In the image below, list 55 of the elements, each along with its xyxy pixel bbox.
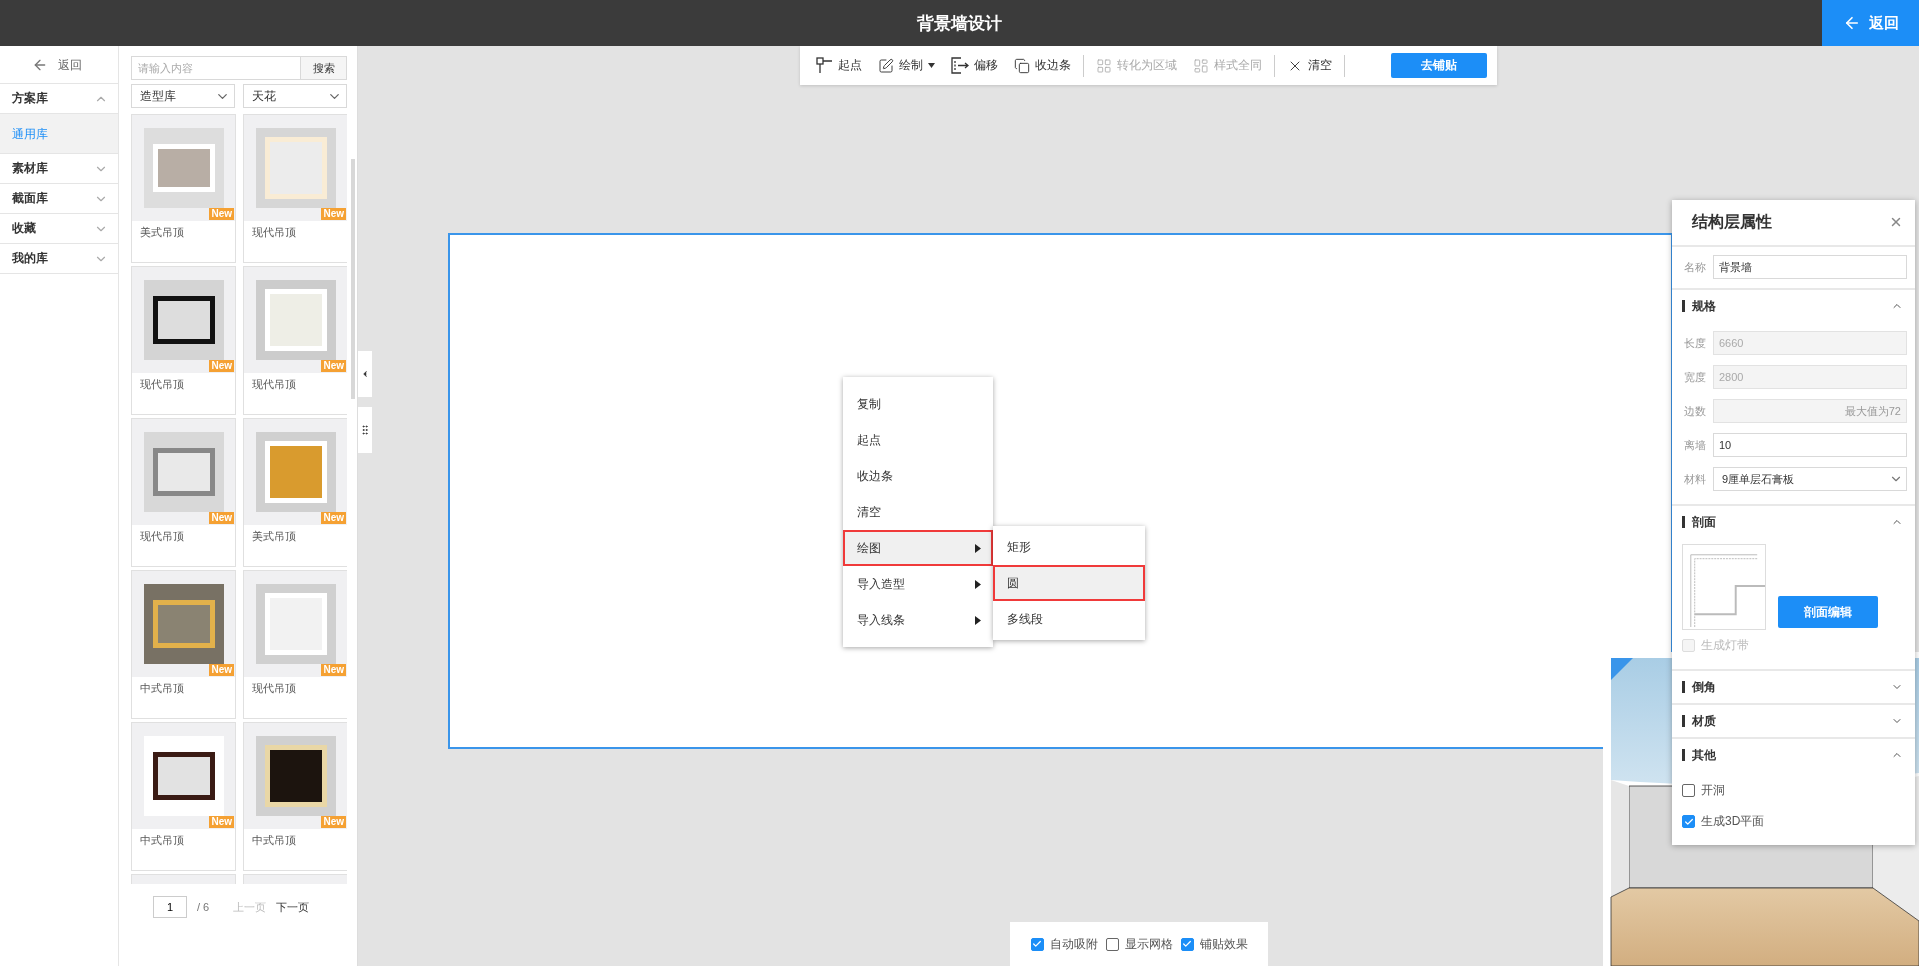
menu-item-label: 导入线条: [857, 611, 905, 629]
category-label: 素材库: [12, 160, 48, 177]
card-label: 现代吊顶: [251, 377, 297, 392]
menu-item-label: 起点: [857, 431, 881, 449]
card-label: 中式吊顶: [251, 833, 297, 848]
new-badge: New: [321, 208, 346, 220]
category-label: 收藏: [12, 220, 36, 237]
page-title: 背景墙设计: [917, 12, 1002, 35]
panel-title: 结构层属性: [1692, 211, 1772, 232]
section-title: 其他: [1682, 749, 1716, 761]
field-label: 离墙: [1684, 437, 1707, 453]
section-title: 规格: [1682, 300, 1716, 312]
menu-item-label: 导入造型: [857, 575, 905, 593]
field-label: 边数: [1684, 403, 1707, 419]
new-badge: New: [209, 512, 234, 524]
section-title: 剖面: [1682, 516, 1716, 528]
section-title: 材质: [1682, 715, 1716, 727]
menu-item-label: 清空: [857, 503, 881, 521]
filter-value: 造型库: [140, 87, 176, 105]
select-value: 9厘单层石膏板: [1722, 471, 1795, 487]
option-label: 显示网格: [1124, 935, 1173, 953]
option-label: 铺贴效果: [1199, 935, 1248, 953]
card-label: 现代吊顶: [251, 225, 297, 240]
category-label: 方案库: [12, 90, 48, 107]
card-label: 美式吊顶: [251, 529, 297, 544]
new-badge: New: [209, 208, 234, 220]
filter-value: 天花: [252, 87, 276, 105]
card-label: 中式吊顶: [139, 681, 185, 696]
category-label: 截面库: [12, 190, 48, 207]
new-badge: New: [209, 664, 234, 676]
new-badge: New: [209, 816, 234, 828]
card-label: 美式吊顶: [139, 225, 185, 240]
field-label: 材料: [1684, 471, 1707, 487]
menu-item-label: 收边条: [857, 467, 893, 485]
section-title: 倒角: [1682, 681, 1716, 693]
option-label: 自动吸附: [1049, 935, 1098, 953]
menu-item-label: 绘图: [857, 539, 881, 557]
field-label: 长度: [1684, 335, 1707, 351]
card-label: 现代吊顶: [139, 377, 185, 392]
menu-item-label: 复制: [857, 395, 881, 413]
card-label: 现代吊顶: [139, 529, 185, 544]
field-label: 名称: [1684, 259, 1707, 275]
new-badge: New: [321, 360, 346, 372]
new-badge: New: [209, 360, 234, 372]
card-label: 中式吊顶: [139, 833, 185, 848]
new-badge: New: [321, 664, 346, 676]
check-label: 生成灯带: [1701, 637, 1749, 654]
category-label: 我的库: [12, 250, 48, 267]
card-label: 现代吊顶: [251, 681, 297, 696]
check-label: 开洞: [1701, 782, 1725, 799]
new-badge: New: [321, 512, 346, 524]
new-badge: New: [321, 816, 346, 828]
field-label: 宽度: [1684, 369, 1707, 385]
page-total: / 6: [197, 901, 210, 913]
check-label: 生成3D平面: [1701, 813, 1765, 830]
